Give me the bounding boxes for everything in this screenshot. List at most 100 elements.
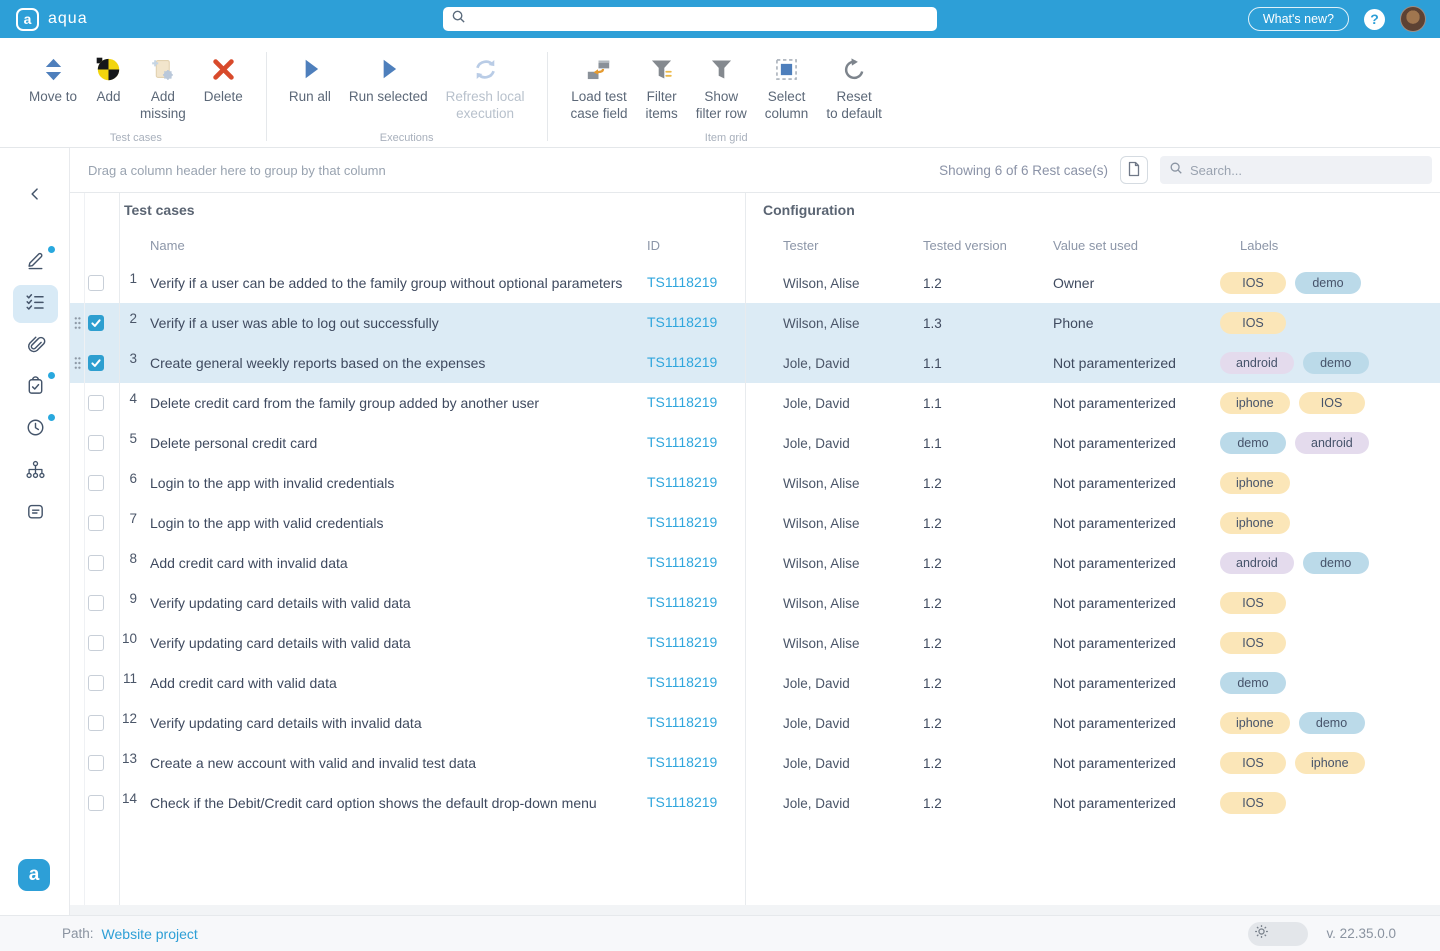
- test-case-id-link[interactable]: TS1118219: [647, 634, 717, 650]
- table-row[interactable]: 11Add credit card with valid dataTS11182…: [70, 663, 1440, 703]
- user-avatar[interactable]: [1400, 6, 1426, 32]
- table-row[interactable]: 2Verify if a user was able to log out su…: [70, 303, 1440, 343]
- column-header-value-set-used[interactable]: Value set used: [1040, 238, 1205, 253]
- test-case-id-link[interactable]: TS1118219: [647, 354, 717, 370]
- settings-toggle[interactable]: [1248, 922, 1308, 946]
- test-case-id-link[interactable]: TS1118219: [647, 474, 717, 490]
- select-column-button[interactable]: Select column: [756, 38, 818, 123]
- group-header-test-cases[interactable]: Test cases: [119, 202, 745, 218]
- test-case-id-link[interactable]: TS1118219: [647, 514, 717, 530]
- row-checkbox[interactable]: [88, 635, 104, 651]
- reset-to-default-button[interactable]: Reset to default: [817, 38, 891, 123]
- test-case-name: Verify if a user was able to log out suc…: [150, 315, 630, 331]
- column-header-tester[interactable]: Tester: [745, 238, 900, 253]
- ribbon-button-label: Run all: [289, 89, 331, 106]
- run-all-button[interactable]: Run all: [280, 38, 340, 106]
- table-row[interactable]: 7Login to the app with valid credentials…: [70, 503, 1440, 543]
- chevron-left-icon: [26, 185, 44, 208]
- table-row[interactable]: 9Verify updating card details with valid…: [70, 583, 1440, 623]
- table-row[interactable]: 5Delete personal credit cardTS1118219Jol…: [70, 423, 1440, 463]
- sidebar-item-clock[interactable]: [13, 411, 58, 449]
- row-checkbox[interactable]: [88, 755, 104, 771]
- help-icon[interactable]: ?: [1364, 9, 1385, 30]
- sidebar-item-note[interactable]: [13, 495, 58, 533]
- column-header-id[interactable]: ID: [630, 238, 745, 253]
- whats-new-button[interactable]: What's new?: [1248, 7, 1349, 31]
- show-filter-row-button[interactable]: Show filter row: [687, 38, 756, 123]
- drag-handle[interactable]: [70, 303, 84, 343]
- add-button[interactable]: Add: [86, 38, 131, 106]
- test-case-id-link[interactable]: TS1118219: [647, 714, 717, 730]
- filter-items-button[interactable]: Filter items: [637, 38, 687, 123]
- table-row[interactable]: 6Login to the app with invalid credentia…: [70, 463, 1440, 503]
- table-row[interactable]: 13Create a new account with valid and in…: [70, 743, 1440, 783]
- table-row[interactable]: 4Delete credit card from the family grou…: [70, 383, 1440, 423]
- column-header-name[interactable]: Name: [150, 238, 630, 253]
- row-checkbox[interactable]: [88, 675, 104, 691]
- row-checkbox[interactable]: [88, 595, 104, 611]
- tester-cell: Jole, David: [745, 396, 900, 411]
- table-row[interactable]: 12Verify updating card details with inva…: [70, 703, 1440, 743]
- value-set-cell: Not paramenterized: [1040, 715, 1205, 731]
- group-header-configuration[interactable]: Configuration: [745, 202, 1440, 218]
- sidebar-items: [0, 243, 70, 537]
- sidebar-item-clipboard-check[interactable]: [13, 369, 58, 407]
- test-case-id-link[interactable]: TS1118219: [647, 314, 717, 330]
- run-selected-button[interactable]: Run selected: [340, 38, 437, 106]
- test-case-id-link[interactable]: TS1118219: [647, 754, 717, 770]
- test-case-id-link[interactable]: TS1118219: [647, 434, 717, 450]
- row-checkbox[interactable]: [88, 555, 104, 571]
- drag-handle: [70, 783, 84, 823]
- test-case-id-link[interactable]: TS1118219: [647, 674, 717, 690]
- test-case-id-link[interactable]: TS1118219: [647, 594, 717, 610]
- table-row[interactable]: 1Verify if a user can be added to the fa…: [70, 263, 1440, 303]
- document-button[interactable]: [1120, 156, 1148, 184]
- row-checkbox[interactable]: [88, 355, 104, 371]
- row-checkbox[interactable]: [88, 795, 104, 811]
- table-row[interactable]: 14Check if the Debit/Credit card option …: [70, 783, 1440, 823]
- row-checkbox[interactable]: [88, 435, 104, 451]
- ribbon-button-label: Refresh local execution: [446, 89, 525, 123]
- showing-count-text: Showing 6 of 6 Rest case(s): [939, 163, 1108, 178]
- sidebar-item-checklist[interactable]: [13, 285, 58, 323]
- row-checkbox[interactable]: [88, 395, 104, 411]
- test-case-id-link[interactable]: TS1118219: [647, 274, 717, 290]
- row-checkbox[interactable]: [88, 515, 104, 531]
- sidebar-collapse-button[interactable]: [0, 184, 70, 208]
- test-case-id-cell: TS1118219: [630, 794, 745, 812]
- delete-button[interactable]: Delete: [195, 38, 252, 106]
- table-row[interactable]: 8Add credit card with invalid dataTS1118…: [70, 543, 1440, 583]
- filter-icon: [708, 54, 735, 84]
- column-header-labels[interactable]: Labels: [1205, 238, 1440, 253]
- add-missing-button[interactable]: Add missing: [131, 38, 195, 123]
- refresh-local-execution-button: Refresh local execution: [437, 38, 534, 123]
- global-search-input[interactable]: [472, 12, 937, 27]
- test-case-id-link[interactable]: TS1118219: [647, 394, 717, 410]
- label-pill-ios: IOS: [1220, 632, 1286, 654]
- sidebar-item-pencil[interactable]: [13, 243, 58, 281]
- group-by-drop-zone[interactable]: Drag a column header here to group by th…: [88, 163, 927, 178]
- value-set-cell: Owner: [1040, 275, 1205, 291]
- test-case-id-cell: TS1118219: [630, 314, 745, 332]
- row-checkbox[interactable]: [88, 315, 104, 331]
- path-project-link[interactable]: Website project: [102, 926, 198, 942]
- move-to-button[interactable]: Move to: [20, 38, 86, 106]
- value-set-cell: Not paramenterized: [1040, 755, 1205, 771]
- ribbon-group-item-grid: Load test case fieldFilter itemsShow fil…: [547, 38, 904, 147]
- column-header-tested-version[interactable]: Tested version: [900, 238, 1040, 253]
- load-test-case-field-button[interactable]: Load test case field: [561, 38, 636, 123]
- row-checkbox[interactable]: [88, 475, 104, 491]
- table-row[interactable]: 3Create general weekly reports based on …: [70, 343, 1440, 383]
- row-checkbox[interactable]: [88, 275, 104, 291]
- row-number: 1: [119, 263, 150, 286]
- sidebar-item-paperclip[interactable]: [13, 327, 58, 365]
- drag-handle[interactable]: [70, 343, 84, 383]
- test-case-id-link[interactable]: TS1118219: [647, 554, 717, 570]
- table-row[interactable]: 10Verify updating card details with vali…: [70, 623, 1440, 663]
- grid-search-input[interactable]: [1190, 163, 1432, 178]
- row-checkbox[interactable]: [88, 715, 104, 731]
- test-case-id-link[interactable]: TS1118219: [647, 794, 717, 810]
- label-pill-demo: demo: [1220, 432, 1286, 454]
- drag-handle: [70, 543, 84, 583]
- sidebar-item-hierarchy[interactable]: [13, 453, 58, 491]
